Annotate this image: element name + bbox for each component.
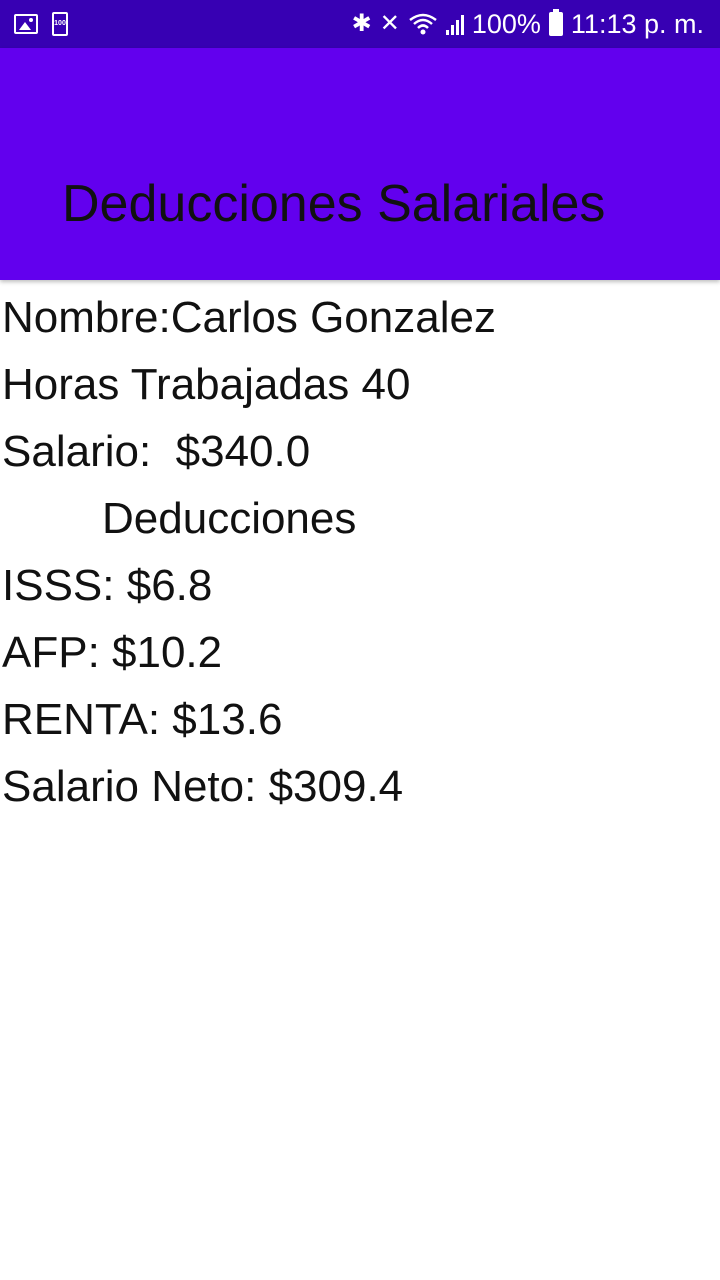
app-title: Deducciones Salariales [62,175,606,233]
mute-icon: ✕ [379,10,400,37]
deductions-heading: Deducciones [102,494,357,543]
clock: 11:13 p. m. [570,8,704,39]
hours-worked: Horas Trabajadas 40 [2,360,411,409]
wifi-icon [409,13,437,35]
renta-deduction: RENTA: $13.6 [2,695,283,744]
bluetooth-icon: ✱ [351,10,372,37]
battery-icon [548,9,563,36]
battery-percent: 100% [471,8,541,39]
status-bar: 100 ✱ ✕ 100% 11:13 p. m. [0,0,720,48]
isss-deduction: ISSS: $6.8 [2,561,213,610]
status-left-icons: 100 [14,12,68,36]
status-right-icons: ✱ ✕ 100% 11:13 p. m. [352,6,704,42]
gross-salary: Salario: $340.0 [2,427,311,476]
afp-deduction: AFP: $10.2 [2,628,223,677]
battery-100-icon: 100 [52,12,68,36]
employee-name: Nombre:Carlos Gonzalez [2,293,496,342]
salary-details: Nombre:Carlos Gonzalez Horas Trabajadas … [0,284,720,820]
image-icon [14,14,38,34]
signal-icon [445,13,464,35]
app-bar: Deducciones Salariales [0,48,720,280]
net-salary: Salario Neto: $309.4 [2,762,404,811]
